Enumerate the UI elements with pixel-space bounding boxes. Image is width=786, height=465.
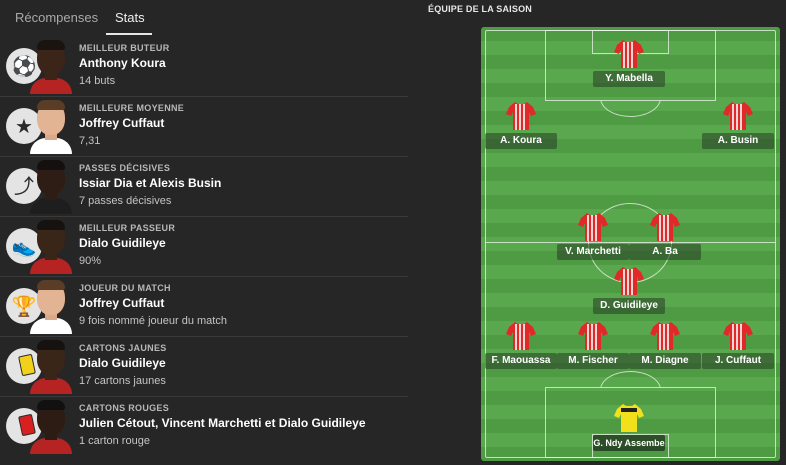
stat-value: 14 buts (79, 75, 116, 87)
red-shirt-icon (614, 40, 644, 68)
stat-value: 1 carton rouge (79, 435, 150, 447)
red-shirt-icon (506, 102, 536, 130)
player-portrait (30, 38, 72, 94)
stat-value: 17 cartons jaunes (79, 375, 166, 387)
stat-category: JOUEUR DU MATCH (79, 283, 171, 293)
stat-player-name: Issiar Dia et Alexis Busin (79, 176, 222, 190)
stat-category: MEILLEUR BUTEUR (79, 43, 170, 53)
red-shirt-icon (650, 213, 680, 241)
goalkeeper-marker[interactable]: G. Ndy Assembe (589, 402, 669, 456)
player-marker[interactable]: M. Diagne (625, 320, 705, 374)
stat-player-name: Anthony Koura (79, 56, 166, 70)
stat-man-of-the-match[interactable]: 🏆 JOUEUR DU MATCH Joffrey Cuffaut 9 fois… (0, 277, 408, 337)
stat-red-cards[interactable]: CARTONS ROUGES Julien Cétout, Vincent Ma… (0, 397, 408, 456)
pitch: Y. Mabella A. Koura A. Busin V. Marchett… (481, 27, 780, 461)
stat-player-name: Julien Cétout, Vincent Marchetti et Dial… (79, 416, 366, 430)
stat-best-average[interactable]: ★ MEILLEURE MOYENNE Joffrey Cuffaut 7,31 (0, 97, 408, 157)
red-shirt-icon (723, 102, 753, 130)
yellow-shirt-icon (614, 404, 644, 432)
player-name-label: Y. Mabella (593, 71, 665, 87)
player-name-label: M. Fischer (557, 353, 629, 369)
player-name-label: A. Busin (702, 133, 774, 149)
red-shirt-icon (614, 267, 644, 295)
red-shirt-icon (578, 322, 608, 350)
player-marker[interactable]: A. Busin (698, 100, 778, 154)
stat-value: 9 fois nommé joueur du match (79, 315, 227, 327)
tab-rewards[interactable]: Récompenses (15, 10, 98, 25)
player-marker[interactable]: J. Cuffaut (698, 320, 778, 374)
player-name-label: F. Maouassa (485, 353, 557, 369)
player-name-label: G. Ndy Assembe (593, 435, 665, 451)
tab-stats[interactable]: Stats (115, 10, 145, 25)
player-name-label: J. Cuffaut (702, 353, 774, 369)
stat-assists[interactable]: ⤴ PASSES DÉCISIVES Issiar Dia et Alexis … (0, 157, 408, 217)
red-shirt-icon (506, 322, 536, 350)
player-marker[interactable]: D. Guidileye (589, 265, 669, 319)
stat-player-name: Joffrey Cuffaut (79, 116, 165, 130)
player-marker[interactable]: A. Ba (625, 211, 705, 265)
player-portrait (30, 398, 72, 454)
player-portrait (30, 158, 72, 214)
tab-bar: Récompenses Stats (0, 0, 410, 36)
stat-value: 7,31 (79, 135, 101, 147)
player-marker[interactable]: Y. Mabella (589, 38, 669, 92)
stat-category: PASSES DÉCISIVES (79, 163, 171, 173)
player-portrait (30, 98, 72, 154)
stat-category: CARTONS ROUGES (79, 403, 170, 413)
stat-top-scorer[interactable]: ⚽ MEILLEUR BUTEUR Anthony Koura 14 buts (0, 37, 408, 97)
stat-yellow-cards[interactable]: CARTONS JAUNES Dialo Guidileye 17 carton… (0, 337, 408, 397)
player-portrait (30, 338, 72, 394)
stat-best-passer[interactable]: 👟 MEILLEUR PASSEUR Dialo Guidileye 90% (0, 217, 408, 277)
stat-value: 7 passes décisives (79, 195, 172, 207)
player-name-label: A. Koura (485, 133, 557, 149)
stat-player-name: Joffrey Cuffaut (79, 296, 165, 310)
stat-value: 90% (79, 255, 102, 267)
red-shirt-icon (578, 213, 608, 241)
player-marker[interactable]: M. Fischer (553, 320, 633, 374)
player-marker[interactable]: A. Koura (481, 100, 561, 154)
red-shirt-icon (723, 322, 753, 350)
stat-category: MEILLEURE MOYENNE (79, 103, 185, 113)
stats-list: ⚽ MEILLEUR BUTEUR Anthony Koura 14 buts … (0, 37, 408, 456)
player-portrait (30, 278, 72, 334)
stat-category: CARTONS JAUNES (79, 343, 167, 353)
stat-player-name: Dialo Guidileye (79, 236, 166, 250)
player-name-label: M. Diagne (629, 353, 701, 369)
player-marker[interactable]: V. Marchetti (553, 211, 633, 265)
player-name-label: V. Marchetti (557, 244, 629, 260)
player-name-label: A. Ba (629, 244, 701, 260)
player-name-label: D. Guidileye (593, 298, 665, 314)
stat-player-name: Dialo Guidileye (79, 356, 166, 370)
stat-category: MEILLEUR PASSEUR (79, 223, 176, 233)
red-shirt-icon (650, 322, 680, 350)
active-tab-indicator (106, 33, 152, 35)
player-marker[interactable]: F. Maouassa (481, 320, 561, 374)
team-of-season-title: ÉQUIPE DE LA SAISON (428, 4, 532, 14)
player-portrait (30, 218, 72, 274)
